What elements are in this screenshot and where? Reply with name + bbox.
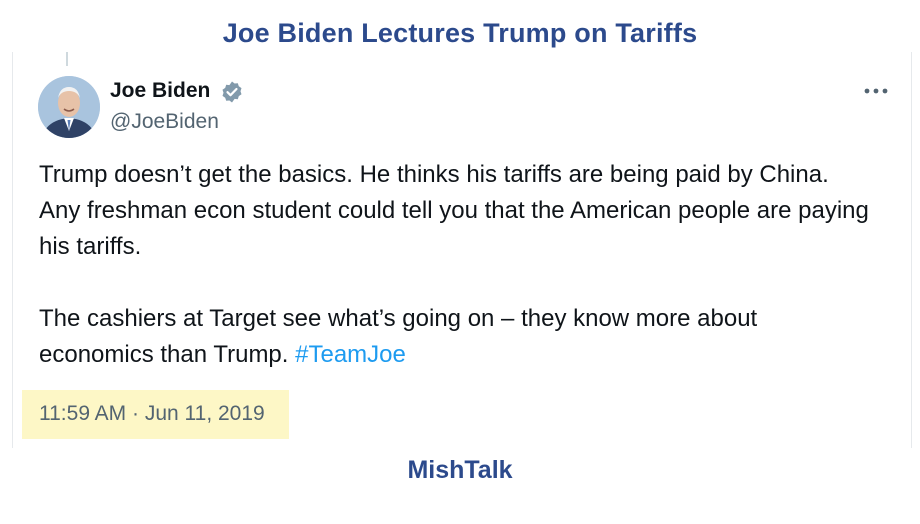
- timestamp-highlight: 11:59 AM · Jun 11, 2019: [22, 390, 289, 439]
- tweet-text: Trump doesn’t get the basics. He thinks …: [39, 157, 869, 373]
- avatar[interactable]: [38, 76, 100, 138]
- tweet-paragraph: The cashiers at Target see what’s going …: [39, 301, 869, 373]
- more-dots-icon[interactable]: [863, 86, 889, 96]
- footer-brand: MishTalk: [407, 456, 513, 484]
- page-title: Joe Biden Lectures Trump on Tariffs: [222, 18, 698, 48]
- tweet-paragraph: Trump doesn’t get the basics. He thinks …: [39, 161, 869, 260]
- author-handle[interactable]: @JoeBiden: [110, 110, 219, 134]
- thread-line: [66, 52, 68, 66]
- tweet-timestamp[interactable]: 11:59 AM · Jun 11, 2019: [39, 402, 265, 426]
- author-name[interactable]: Joe Biden: [110, 79, 210, 103]
- hashtag-link[interactable]: #TeamJoe: [295, 341, 406, 368]
- avatar-image: [38, 76, 100, 138]
- tweet-card: Joe Biden @JoeBiden Trump doesn’t get th…: [12, 52, 912, 448]
- verified-badge-icon[interactable]: [220, 80, 244, 104]
